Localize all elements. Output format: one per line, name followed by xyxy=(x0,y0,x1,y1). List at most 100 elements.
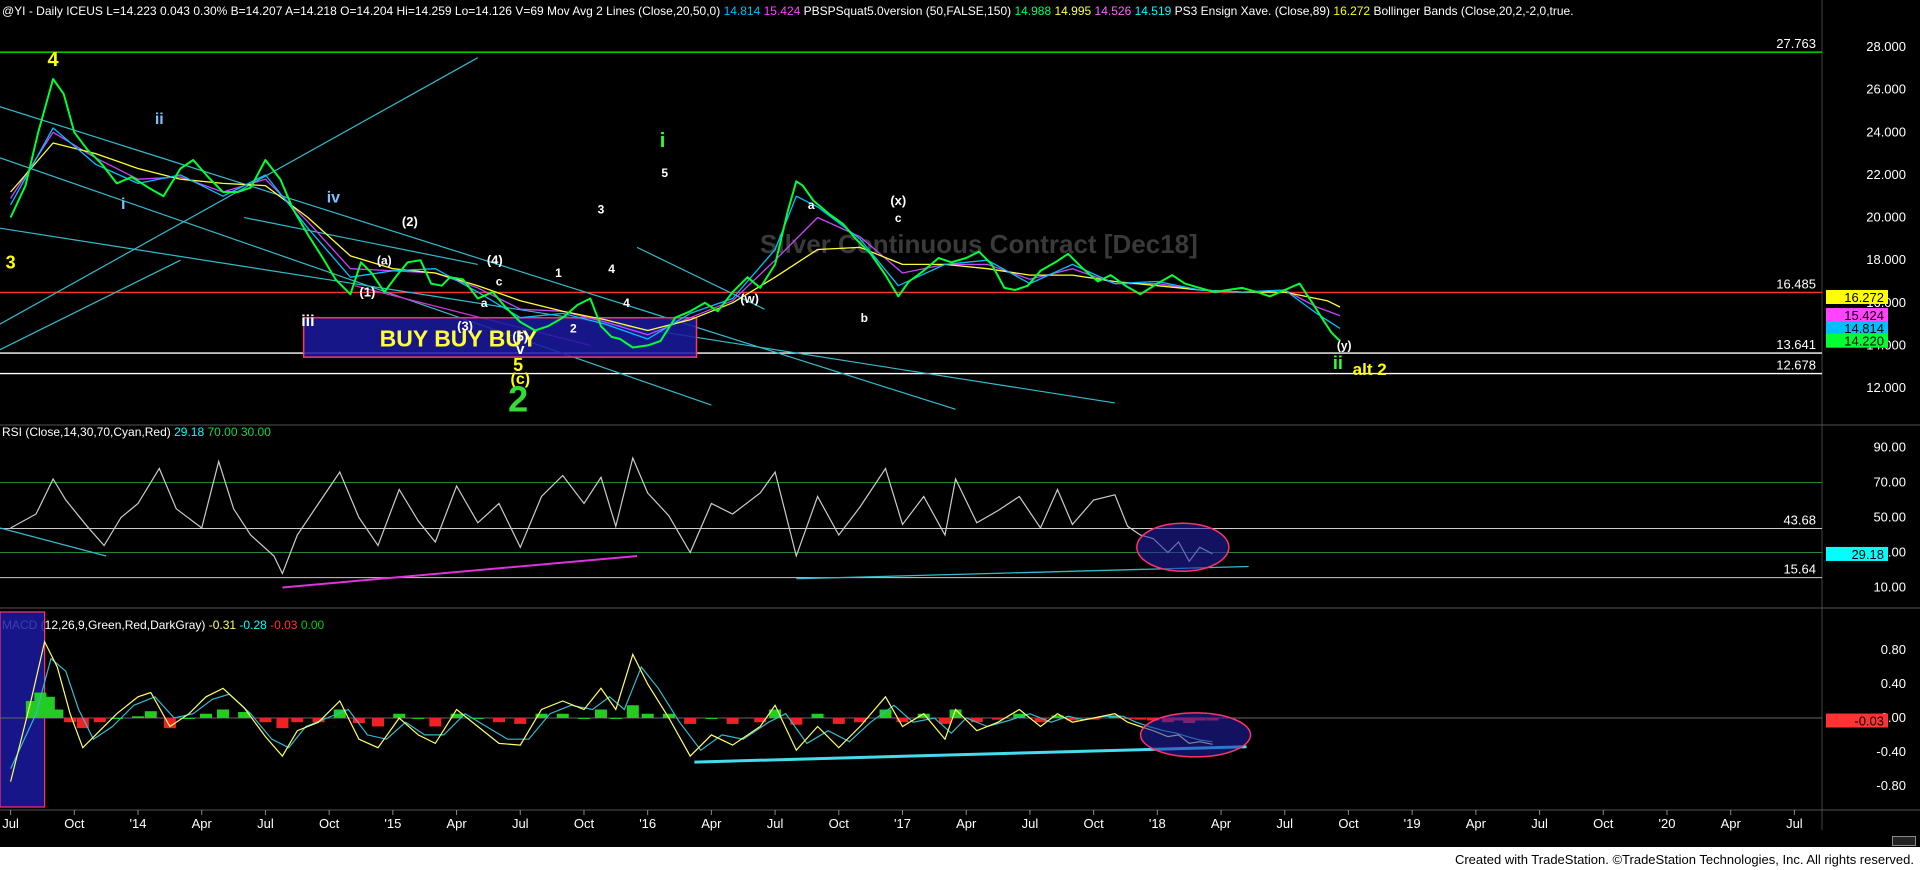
date-tick-label: Apr xyxy=(1721,816,1742,831)
date-tick-label: Oct xyxy=(1338,816,1359,831)
macd-tick-label: 0.40 xyxy=(1881,676,1906,691)
macd-histogram-bar xyxy=(577,717,590,719)
date-tick-label: Apr xyxy=(1211,816,1232,831)
wave-label: ii xyxy=(155,111,164,128)
rsi-legend-value-1: 70.00 xyxy=(207,425,240,439)
date-tick-label: Oct xyxy=(1084,816,1105,831)
macd-highlight-ellipse xyxy=(1139,712,1252,758)
header-stat-19: Bollinger Bands (Close,20,2,-2,0,true. xyxy=(1373,4,1573,18)
wave-label: i xyxy=(121,196,125,213)
macd-histogram-bar xyxy=(132,716,145,718)
macd-histogram-bar xyxy=(259,717,272,723)
price-tick-label: 28.000 xyxy=(1866,39,1906,54)
wave-label: i xyxy=(660,130,666,152)
wave-label: (x) xyxy=(890,193,906,208)
rsi-legend-value-2: 30.00 xyxy=(241,425,271,439)
header-stat-17: PS3 Ensign Xave. (Close,89) xyxy=(1175,4,1334,18)
price-tick-label: 26.000 xyxy=(1866,82,1906,97)
macd-histogram-bar xyxy=(371,717,384,727)
macd-tick-label: -0.80 xyxy=(1876,778,1906,793)
macd-tick-label: 0.80 xyxy=(1881,642,1906,657)
price-level-label: 12.678 xyxy=(1776,358,1816,373)
header-stat-7: Lo=14.126 xyxy=(455,4,515,18)
date-tick-label: '17 xyxy=(894,816,911,831)
chart-canvas: @YI - Daily ICEUS L=14.223 0.043 0.30% B… xyxy=(0,0,1920,870)
macd-histogram-bar xyxy=(609,717,622,719)
header-stat-5: O=14.204 xyxy=(340,4,396,18)
date-tick-label: Apr xyxy=(956,816,977,831)
rsi-axis-badge-text: 29.18 xyxy=(1851,547,1884,562)
wave-label: a xyxy=(808,198,815,212)
macd-histogram-bar xyxy=(276,717,289,729)
price-axis-badge-text: 16.272 xyxy=(1844,290,1884,305)
wave-label: ii xyxy=(1333,353,1343,373)
header-exchange: ICEUS xyxy=(66,4,106,18)
macd-histogram-bar xyxy=(182,717,195,719)
macd-histogram-bar xyxy=(291,717,304,723)
wave-label: c xyxy=(496,275,503,289)
date-tick-label: Jul xyxy=(1276,816,1293,831)
wave-label: (y) xyxy=(1337,339,1352,353)
macd-histogram-bar xyxy=(556,713,569,718)
macd-histogram-bar xyxy=(493,717,506,723)
wave-label: iv xyxy=(327,190,340,207)
price-tick-label: 20.000 xyxy=(1866,210,1906,225)
rsi-legend-value-0: 29.18 xyxy=(174,425,207,439)
header-stat-8: V=69 xyxy=(515,4,547,18)
price-tick-label: 12.000 xyxy=(1866,380,1906,395)
wave-label: alt 2 xyxy=(1353,360,1387,379)
macd-histogram-bar xyxy=(684,717,697,724)
wave-label: 1 xyxy=(555,266,562,280)
header-stat-9: Mov Avg 2 Lines (Close,20,50,0) xyxy=(547,4,724,18)
header-stat-13: 14.988 xyxy=(1014,4,1054,18)
macd-histogram-bar xyxy=(514,717,527,724)
macd-axis-badge-text: -0.03 xyxy=(1854,714,1884,729)
macd-histogram-bar xyxy=(216,709,229,718)
header-stat-4: A=14.218 xyxy=(285,4,340,18)
macd-histogram-bar xyxy=(51,709,64,718)
date-tick-label: '18 xyxy=(1149,816,1166,831)
wave-label: (w) xyxy=(740,291,759,306)
date-tick-label: Apr xyxy=(192,816,213,831)
header-symbol: @YI - Daily xyxy=(2,4,66,18)
date-tick-label: '16 xyxy=(639,816,656,831)
price-tick-label: 18.000 xyxy=(1866,252,1906,267)
rsi-title: RSI (Close,14,30,70,Cyan,Red) xyxy=(2,425,174,439)
macd-histogram-bar xyxy=(594,709,607,718)
price-tick-label: 24.000 xyxy=(1866,124,1906,139)
macd-legend-value-1: -0.28 xyxy=(239,618,270,632)
macd-histogram-bar xyxy=(832,717,845,724)
date-tick-label: '14 xyxy=(130,816,147,831)
rsi-tick-label: 90.00 xyxy=(1873,440,1906,455)
date-tick-label: Apr xyxy=(1466,816,1487,831)
wave-label: 4 xyxy=(608,262,615,276)
date-tick-label: Oct xyxy=(319,816,340,831)
scroll-grip[interactable] xyxy=(1892,836,1916,846)
rsi-tick-label: 50.00 xyxy=(1873,510,1906,525)
wave-label: (2) xyxy=(402,214,418,229)
date-tick-label: '15 xyxy=(384,816,401,831)
header-stat-15: 14.526 xyxy=(1095,4,1135,18)
date-tick-label: Apr xyxy=(701,816,722,831)
macd-legend-value-3: 0.00 xyxy=(301,618,325,632)
date-tick-label: Apr xyxy=(446,816,467,831)
date-tick-label: Jul xyxy=(767,816,784,831)
date-tick-label: Jul xyxy=(1022,816,1039,831)
date-tick-label: '19 xyxy=(1404,816,1421,831)
header-stat-16: 14.519 xyxy=(1135,4,1175,18)
footer-bar: Created with TradeStation. ©TradeStation… xyxy=(0,847,1920,870)
rsi-reference-label: 15.64 xyxy=(1783,562,1816,577)
rsi-legend: RSI (Close,14,30,70,Cyan,Red) 29.18 70.0… xyxy=(2,425,271,439)
date-tick-label: Oct xyxy=(829,816,850,831)
header-stat-3: B=14.207 xyxy=(231,4,285,18)
macd-histogram-bar xyxy=(641,713,654,718)
rsi-tick-label: 10.00 xyxy=(1873,580,1906,595)
header-stat-10: 14.814 xyxy=(724,4,764,18)
macd-legend-value-2: -0.03 xyxy=(270,618,301,632)
wave-label: iii xyxy=(301,313,314,330)
macd-histogram-bar xyxy=(93,717,106,723)
macd-histogram-bar xyxy=(429,717,442,727)
wave-label: b xyxy=(861,311,868,325)
price-tick-label: 22.000 xyxy=(1866,167,1906,182)
price-axis-badge-text: 14.220 xyxy=(1844,334,1884,349)
